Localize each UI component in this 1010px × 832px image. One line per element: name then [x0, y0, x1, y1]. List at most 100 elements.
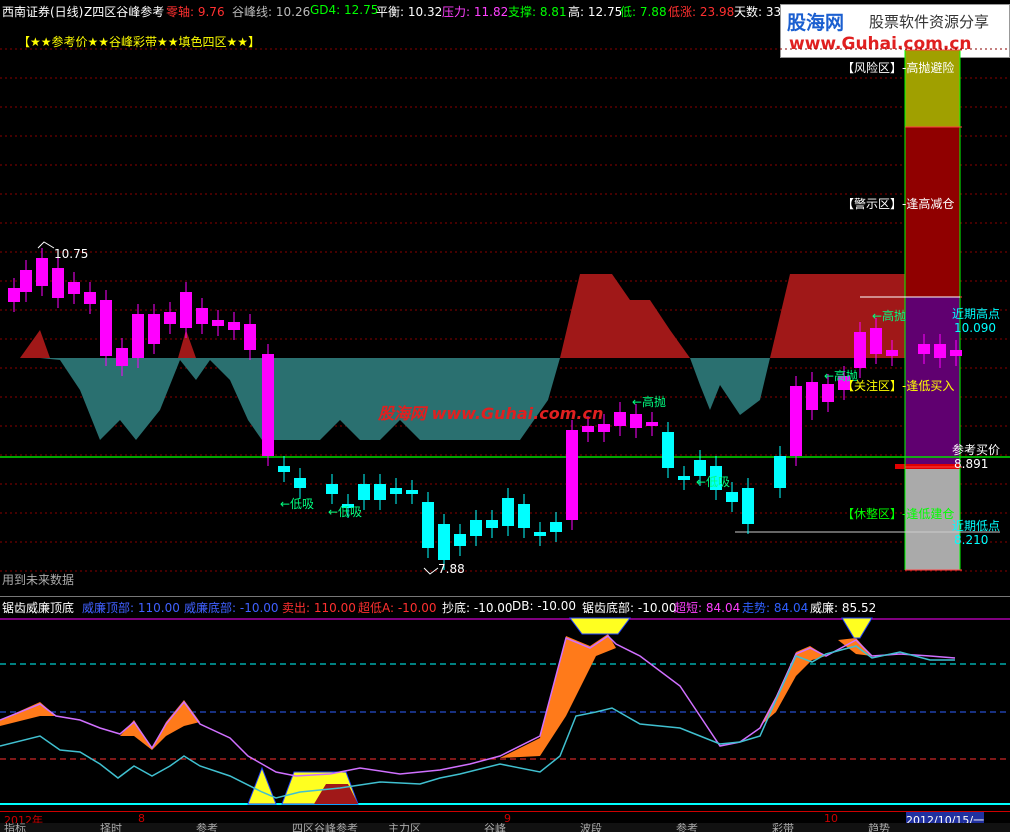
candle-11[interactable] [180, 292, 192, 328]
candle-24[interactable] [406, 490, 418, 494]
bottom-tab-8[interactable]: 彩带 [772, 823, 794, 832]
candle-37[interactable] [614, 412, 626, 426]
candle-53[interactable] [886, 350, 898, 356]
bottom-tab-6[interactable]: 波段 [580, 823, 602, 832]
candle-19[interactable] [326, 484, 338, 494]
candle-46[interactable] [774, 456, 786, 488]
candle-5[interactable] [84, 292, 96, 304]
candle-15[interactable] [244, 324, 256, 350]
indicator-value-0: 威廉顶部: 110.00 [82, 601, 180, 615]
candle-3[interactable] [52, 268, 64, 298]
bottom-tab-9[interactable]: 趋势 [868, 823, 890, 832]
indicator-value-1: 威廉底部: -10.00 [184, 601, 279, 615]
candle-51[interactable] [854, 332, 866, 368]
candle-40[interactable] [662, 432, 674, 468]
candle-49[interactable] [822, 384, 834, 402]
indicator-chart[interactable] [0, 616, 1010, 811]
candle-0[interactable] [8, 288, 20, 302]
peak-band-0 [20, 330, 50, 358]
candle-2[interactable] [36, 258, 48, 286]
bottom-tab-1[interactable]: 择时 [100, 823, 122, 832]
indicator-value-2: 卖出: 110.00 [282, 601, 356, 615]
candle-13[interactable] [212, 320, 224, 326]
topbar-item-5: 平衡: 10.32 [376, 5, 443, 19]
candle-54[interactable] [918, 344, 930, 354]
indicator-value-6: 锯齿底部: -10.00 [582, 601, 677, 615]
topbar-item-6: 压力: 11.82 [442, 5, 509, 19]
recent-high-title: 近期高点 [952, 306, 1000, 321]
topbar-item-8: 高: 12.75 [568, 5, 623, 19]
bottom-tab-4[interactable]: 主力区 [388, 823, 421, 832]
zone-warning [905, 127, 960, 297]
candle-7[interactable] [116, 348, 128, 366]
recent-high-value: 10.090 [954, 321, 996, 335]
ind-yellow-1 [247, 766, 277, 805]
candle-45[interactable] [742, 488, 754, 524]
candle-30[interactable] [502, 498, 514, 526]
candle-44[interactable] [726, 492, 738, 502]
candle-55[interactable] [934, 344, 946, 358]
future-data-label: 用到未来数据 [2, 572, 74, 587]
candle-22[interactable] [374, 484, 386, 500]
candle-31[interactable] [518, 504, 530, 528]
high-value-label: 10.75 [54, 247, 88, 261]
recent-low-value: 8.210 [954, 533, 988, 547]
candle-36[interactable] [598, 424, 610, 432]
candle-56[interactable] [950, 350, 962, 356]
candle-34[interactable] [566, 430, 578, 520]
candle-26[interactable] [438, 524, 450, 560]
high-sell-label-3: ←高抛 [872, 308, 906, 323]
topbar-item-1: Z四区谷峰参考 [84, 5, 165, 19]
ref-buy-value: 8.891 [954, 457, 988, 471]
valley-band-2 [690, 358, 770, 415]
bottom-tab-3[interactable]: 四区谷峰参考 [292, 823, 358, 832]
candle-29[interactable] [486, 520, 498, 528]
candle-42[interactable] [694, 460, 706, 476]
zone-label-2: 【关注区】-逢低买入 [842, 378, 954, 393]
candle-38[interactable] [630, 414, 642, 428]
zone-label-1: 【警示区】-逢高减仓 [842, 196, 954, 211]
ind-yellow-top-2 [841, 617, 873, 639]
bottom-tab-5[interactable]: 谷峰 [484, 823, 506, 832]
candle-28[interactable] [470, 520, 482, 536]
peak-band-2 [560, 274, 690, 358]
candle-41[interactable] [678, 476, 690, 480]
candle-48[interactable] [806, 382, 818, 410]
candle-35[interactable] [582, 426, 594, 432]
candle-6[interactable] [100, 300, 112, 356]
candle-14[interactable] [228, 322, 240, 330]
candle-39[interactable] [646, 422, 658, 426]
bottom-tab-0[interactable]: 指标 [4, 823, 26, 832]
candle-25[interactable] [422, 502, 434, 548]
candle-27[interactable] [454, 534, 466, 546]
topbar-item-7: 支撑: 8.81 [508, 5, 567, 19]
zone-label-3: 【休整区】-逢低建仓 [842, 506, 954, 521]
panel-divider[interactable] [0, 596, 1010, 597]
candle-17[interactable] [278, 466, 290, 472]
bottom-tabs: 指标 择时 参考 四区谷峰参考 主力区 谷峰 波段 参考 彩带 趋势 [0, 823, 1010, 832]
topbar-item-9: 低: 7.88 [620, 5, 667, 19]
candle-12[interactable] [196, 308, 208, 324]
candle-21[interactable] [358, 484, 370, 500]
indicator-value-4: 抄底: -10.00 [442, 601, 513, 615]
candle-8[interactable] [132, 314, 144, 358]
bottom-tab-2[interactable]: 参考 [196, 823, 218, 832]
low-suck-label-1: ←低吸 [280, 497, 314, 511]
candle-52[interactable] [870, 328, 882, 354]
ind-orange-3 [500, 634, 616, 758]
candle-18[interactable] [294, 478, 306, 488]
candle-23[interactable] [390, 488, 402, 494]
candle-9[interactable] [148, 314, 160, 344]
candle-47[interactable] [790, 386, 802, 456]
candle-4[interactable] [68, 282, 80, 294]
indicator-title-bar: 锯齿威廉顶底 威廉顶部: 110.00 威廉底部: -10.00 卖出: 110.0… [0, 598, 1010, 616]
candle-10[interactable] [164, 312, 176, 324]
main-chart[interactable]: 用到未来数据10.757.88←低吸←低吸←低吸←高抛←高抛←高抛【风险区】-高… [0, 20, 1010, 595]
bottom-tab-7[interactable]: 参考 [676, 823, 698, 832]
candle-16[interactable] [262, 354, 274, 456]
candle-33[interactable] [550, 522, 562, 532]
indicator-value-8: 走势: 84.04 [742, 601, 809, 615]
low-suck-label-2: ←低吸 [328, 505, 362, 519]
candle-1[interactable] [20, 270, 32, 292]
candle-32[interactable] [534, 532, 546, 536]
